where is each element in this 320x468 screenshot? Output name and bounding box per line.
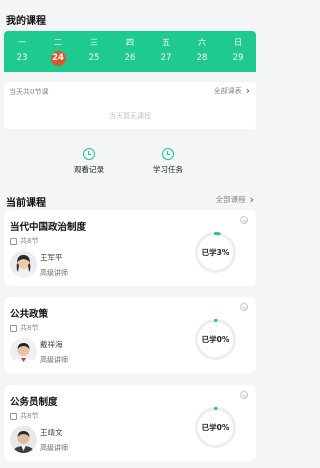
teacher-title: 高级讲师 <box>40 356 68 364</box>
progress-label: 已学0% <box>201 335 230 344</box>
all-schedule-label: 全部课表 <box>213 86 242 95</box>
course-card[interactable]: 公务员制度 共8节 王靖文 高级讲师 已学0% <box>4 385 256 461</box>
lesson-count-text: 共8节 <box>20 324 39 332</box>
teacher-name: 王军平 <box>40 253 63 262</box>
calendar-day-tue[interactable]: 二 24 <box>40 31 76 72</box>
day-number: 28 <box>196 53 208 63</box>
calendar-day-sun[interactable]: 日 29 <box>220 31 256 72</box>
teacher-avatar <box>10 338 37 365</box>
weekday-label: 四 <box>126 38 134 47</box>
teacher-name: 王靖文 <box>40 428 63 437</box>
weekday-label: 日 <box>234 38 242 47</box>
all-courses-label: 全部课程 <box>215 195 246 204</box>
weekday-label: 一 <box>18 38 26 47</box>
calendar-day-thu[interactable]: 四 26 <box>112 31 148 72</box>
course-card[interactable]: 公共政策 共8节 戴祥海 高级讲师 已学0% <box>4 297 256 373</box>
course-card[interactable]: 当代中国政治制度 共8节 王军平 高级讲师 已学3% <box>4 210 256 286</box>
lesson-count: 共8节 <box>10 323 38 333</box>
current-courses-title: 当前课程 <box>6 198 46 209</box>
study-tasks-button[interactable]: 学习任务 <box>153 148 183 175</box>
watch-history-button[interactable]: 观看记录 <box>74 148 104 175</box>
progress-label: 已学3% <box>201 248 230 257</box>
teacher-title: 高级讲师 <box>40 444 68 452</box>
book-icon <box>10 324 17 332</box>
book-icon <box>10 412 17 420</box>
teacher-avatar <box>10 426 37 453</box>
calendar-day-mon[interactable]: 一 23 <box>4 31 40 72</box>
teacher-title: 高级讲师 <box>40 269 68 277</box>
all-courses-link[interactable]: 全部课程 › <box>216 194 254 205</box>
calendar-day-fri[interactable]: 五 27 <box>148 31 184 72</box>
lesson-count: 共8节 <box>10 411 38 421</box>
weekday-label: 六 <box>198 38 206 47</box>
day-number-selected: 24 <box>50 51 66 66</box>
course-name: 公务员制度 <box>10 397 58 408</box>
weekday-label: 二 <box>54 38 62 47</box>
expand-icon[interactable] <box>240 303 248 311</box>
calendar-day-wed[interactable]: 三 25 <box>76 31 112 72</box>
clock-icon <box>83 148 95 160</box>
expand-icon[interactable] <box>240 216 248 224</box>
day-number: 25 <box>88 53 100 63</box>
teacher-name: 戴祥海 <box>40 340 63 349</box>
today-lesson-count: 当天共0节课 <box>9 88 49 96</box>
lesson-count-text: 共8节 <box>20 237 39 245</box>
calendar-day-sat[interactable]: 六 28 <box>184 31 220 72</box>
clock-icon <box>162 148 174 160</box>
chevron-right-icon: › <box>249 193 254 206</box>
watch-history-label: 观看记录 <box>74 165 104 174</box>
weekday-label: 五 <box>162 38 170 47</box>
course-name: 公共政策 <box>10 309 49 320</box>
today-schedule-card: 当天共0节课 全部课表 › 当天暂无课程 <box>4 82 256 129</box>
progress-label: 已学0% <box>201 423 230 432</box>
all-schedule-link[interactable]: 全部课表 › <box>214 85 250 96</box>
empty-state-text: 当天暂无课程 <box>109 112 151 120</box>
day-number: 23 <box>16 53 28 63</box>
page-title: 我的课程 <box>6 16 46 27</box>
book-icon <box>10 237 17 245</box>
day-number: 26 <box>124 53 136 63</box>
course-name: 当代中国政治制度 <box>10 222 87 233</box>
study-tasks-label: 学习任务 <box>153 165 183 174</box>
day-number: 27 <box>160 53 172 63</box>
day-number: 29 <box>232 53 244 63</box>
expand-icon[interactable] <box>240 391 248 399</box>
chevron-right-icon: › <box>245 84 250 97</box>
lesson-count-text: 共8节 <box>20 412 39 420</box>
weekday-label: 三 <box>90 38 98 47</box>
week-calendar: 一 23 二 24 三 25 四 26 五 27 六 28 日 29 <box>4 31 256 72</box>
lesson-count: 共8节 <box>10 236 38 246</box>
teacher-avatar <box>10 251 37 278</box>
